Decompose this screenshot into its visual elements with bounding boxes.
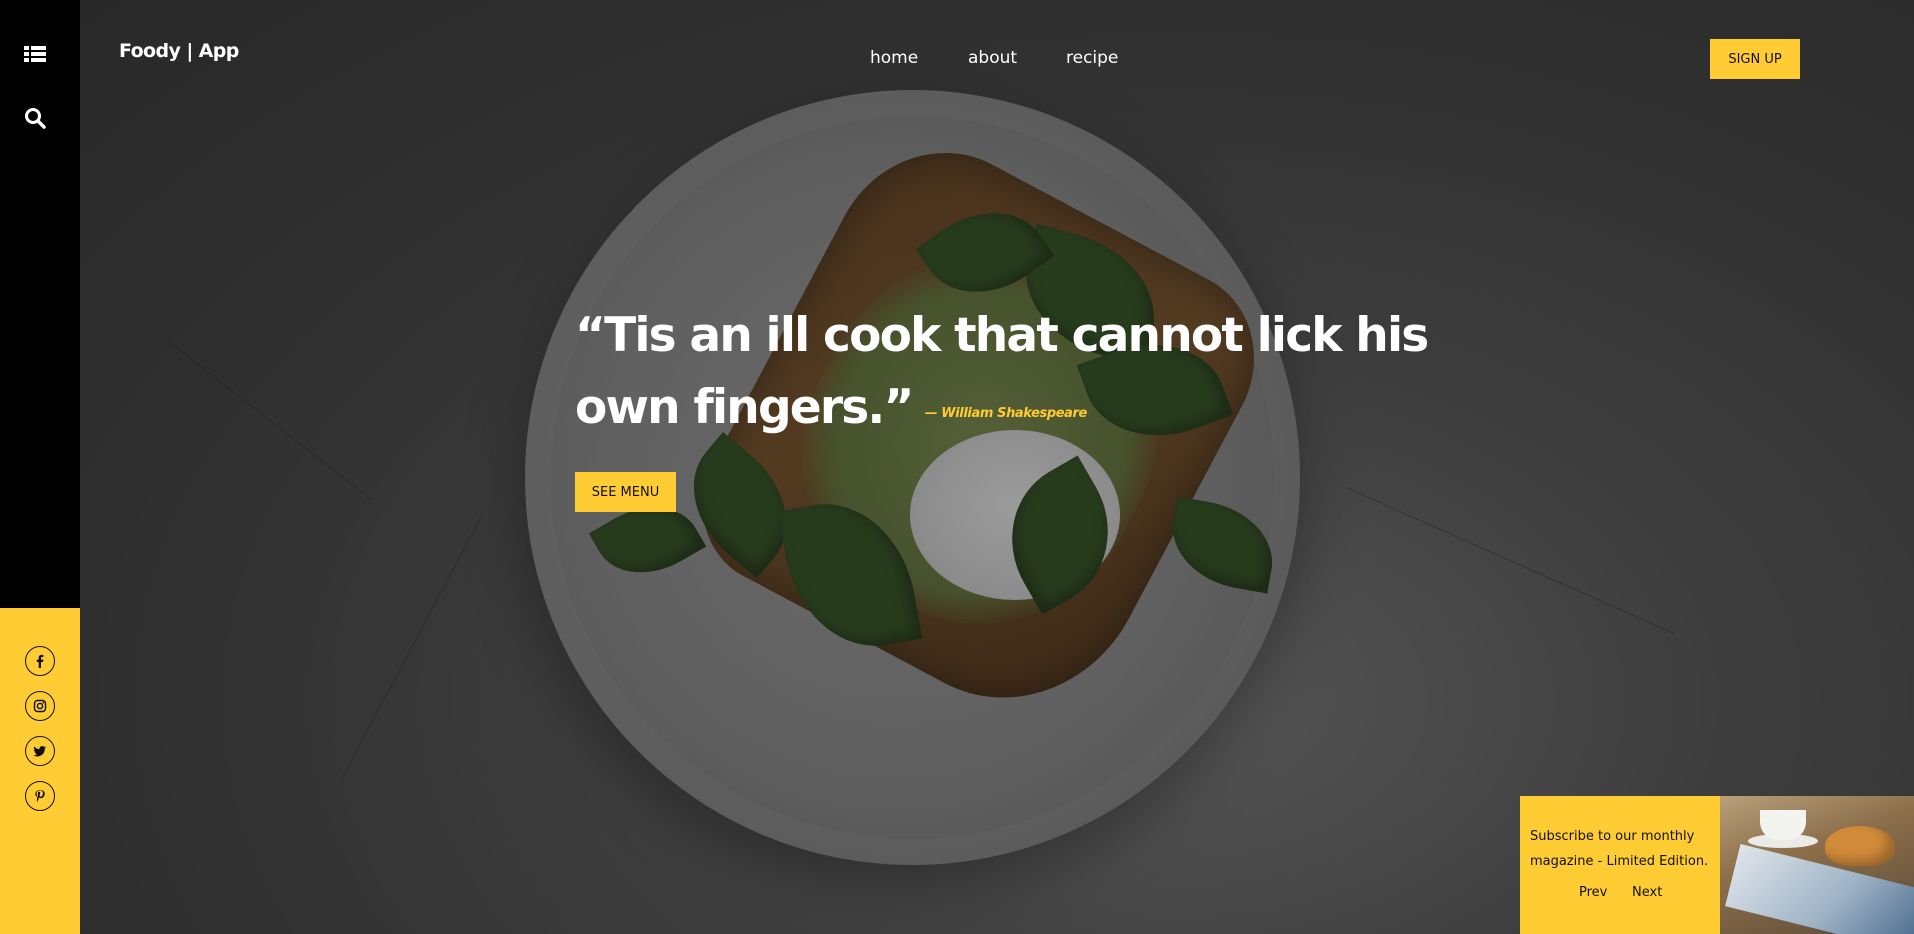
pinterest-icon[interactable] [25, 781, 55, 811]
background-dim-overlay [80, 0, 1914, 934]
subscribe-widget: Subscribe to our monthly magazine - Limi… [1520, 796, 1914, 934]
social-panel [0, 608, 80, 934]
subscribe-text-panel: Subscribe to our monthly magazine - Limi… [1520, 796, 1720, 934]
twitter-icon[interactable] [25, 736, 55, 766]
hero-section: “Tis an ill cook that cannot lick his ow… [575, 300, 1505, 512]
signup-button[interactable]: SIGN UP [1710, 39, 1800, 79]
search-icon[interactable] [24, 107, 46, 129]
magazine-image [1720, 796, 1914, 934]
facebook-icon[interactable] [25, 646, 55, 676]
instagram-icon[interactable] [25, 691, 55, 721]
page-root: Foody | App home about recipe SIGN UP “T… [0, 0, 1914, 934]
site-logo[interactable]: Foody | App [119, 40, 239, 62]
next-button[interactable]: Next [1632, 885, 1662, 900]
list-icon[interactable] [24, 43, 46, 65]
croissant-shape [1825, 826, 1895, 866]
quote-attribution: — William Shakespeare [924, 406, 1088, 421]
hero-quote: “Tis an ill cook that cannot lick his ow… [575, 300, 1505, 450]
see-menu-button[interactable]: SEE MENU [575, 472, 676, 512]
subscribe-text: Subscribe to our monthly magazine - Limi… [1530, 829, 1709, 869]
nav-item-recipe[interactable]: recipe [1066, 48, 1118, 68]
prev-button[interactable]: Prev [1579, 885, 1607, 900]
nav-item-about[interactable]: about [968, 48, 1017, 68]
coffee-cup-shape [1760, 810, 1806, 840]
sidebar-top [0, 0, 80, 608]
nav-item-home[interactable]: home [870, 48, 918, 68]
sidebar [0, 0, 80, 934]
